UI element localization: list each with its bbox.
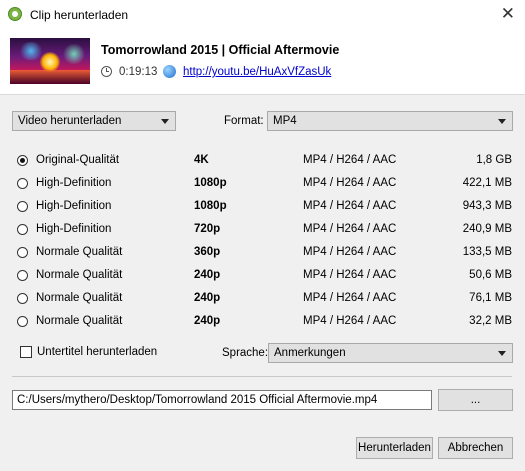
quality-codec: MP4 / H264 / AAC [303, 154, 397, 166]
quality-size: 133,5 MB [462, 246, 512, 258]
quality-codec: MP4 / H264 / AAC [303, 200, 397, 212]
video-thumbnail [10, 38, 90, 84]
quality-radio[interactable] [17, 293, 28, 304]
quality-size: 240,9 MB [462, 223, 512, 235]
quality-label: Normale Qualität [36, 315, 123, 327]
quality-label: High-Definition [36, 177, 112, 189]
quality-radio[interactable] [17, 155, 28, 166]
quality-resolution: 4K [194, 154, 209, 166]
quality-label: High-Definition [36, 200, 112, 212]
quality-radio[interactable] [17, 178, 28, 189]
subtitles-label: Untertitel herunterladen [37, 346, 158, 358]
download-mode-select[interactable]: Video herunterladen [12, 111, 176, 131]
format-select[interactable]: MP4 [267, 111, 513, 131]
quality-resolution: 240p [194, 269, 221, 281]
quality-radio[interactable] [17, 224, 28, 235]
quality-size: 1,8 GB [476, 154, 512, 166]
quality-option[interactable]: Normale Qualität 240p MP4 / H264 / AAC 32,2… [17, 314, 517, 332]
quality-size: 32,2 MB [469, 315, 512, 327]
subtitles-checkbox[interactable] [20, 346, 32, 358]
quality-option[interactable]: High-Definition 1080p MP4 / H264 / AAC 422,… [17, 176, 517, 194]
format-label: Format: [224, 115, 264, 127]
quality-resolution: 1080p [194, 200, 227, 212]
quality-option[interactable]: Original-Qualität 4K MP4 / H264 / AAC 1,8 G… [17, 153, 517, 171]
format-value: MP4 [273, 115, 297, 127]
quality-codec: MP4 / H264 / AAC [303, 269, 397, 281]
quality-resolution: 1080p [194, 177, 227, 189]
quality-size: 76,1 MB [469, 292, 512, 304]
quality-option[interactable]: Normale Qualität 240p MP4 / H264 / AAC 50,6… [17, 268, 517, 286]
quality-codec: MP4 / H264 / AAC [303, 177, 397, 189]
quality-option[interactable]: Normale Qualität 240p MP4 / H264 / AAC 76,1… [17, 291, 517, 309]
language-select[interactable]: Anmerkungen [268, 343, 513, 363]
window-title: Clip herunterladen [30, 8, 129, 22]
quality-size: 422,1 MB [462, 177, 512, 189]
download-mode-value: Video herunterladen [18, 115, 122, 127]
quality-label: Normale Qualität [36, 246, 123, 258]
video-link[interactable]: http://youtu.be/HuAxVfZasUk [183, 66, 331, 78]
chevron-down-icon [161, 119, 169, 124]
quality-codec: MP4 / H264 / AAC [303, 292, 397, 304]
quality-radio[interactable] [17, 201, 28, 212]
browse-button[interactable]: ... [438, 389, 513, 411]
video-title: Tomorrowland 2015 | Official Aftermovie [101, 43, 340, 57]
quality-option[interactable]: High-Definition 720p MP4 / H264 / AAC 240,9… [17, 222, 517, 240]
quality-radio[interactable] [17, 270, 28, 281]
download-button[interactable]: Herunterladen [356, 437, 433, 459]
language-value: Anmerkungen [274, 347, 346, 359]
quality-label: High-Definition [36, 223, 112, 235]
title-bar: Clip herunterladen ✕ [0, 0, 525, 30]
chevron-down-icon [498, 351, 506, 356]
video-info-header: Tomorrowland 2015 | Official Aftermovie … [0, 30, 525, 95]
quality-radio[interactable] [17, 247, 28, 258]
app-icon [8, 7, 22, 21]
globe-icon [163, 65, 176, 78]
language-label: Sprache: [222, 347, 269, 359]
video-duration: 0:19:13 [119, 66, 158, 78]
divider [12, 376, 512, 377]
quality-option[interactable]: Normale Qualität 360p MP4 / H264 / AAC 133,… [17, 245, 517, 263]
clock-icon [101, 66, 112, 77]
output-path-input[interactable]: C:/Users/mythero/Desktop/Tomorrowland 20… [12, 390, 432, 410]
chevron-down-icon [498, 119, 506, 124]
quality-label: Normale Qualität [36, 269, 123, 281]
quality-label: Original-Qualität [36, 154, 120, 166]
quality-label: Normale Qualität [36, 292, 123, 304]
quality-resolution: 360p [194, 246, 221, 258]
quality-resolution: 720p [194, 223, 221, 235]
quality-codec: MP4 / H264 / AAC [303, 315, 397, 327]
quality-size: 943,3 MB [462, 200, 512, 212]
quality-radio[interactable] [17, 316, 28, 327]
quality-size: 50,6 MB [469, 269, 512, 281]
close-icon[interactable]: ✕ [501, 4, 515, 24]
cancel-button[interactable]: Abbrechen [438, 437, 513, 459]
quality-option[interactable]: High-Definition 1080p MP4 / H264 / AAC 943,… [17, 199, 517, 217]
quality-codec: MP4 / H264 / AAC [303, 223, 397, 235]
quality-resolution: 240p [194, 315, 221, 327]
quality-resolution: 240p [194, 292, 221, 304]
quality-codec: MP4 / H264 / AAC [303, 246, 397, 258]
